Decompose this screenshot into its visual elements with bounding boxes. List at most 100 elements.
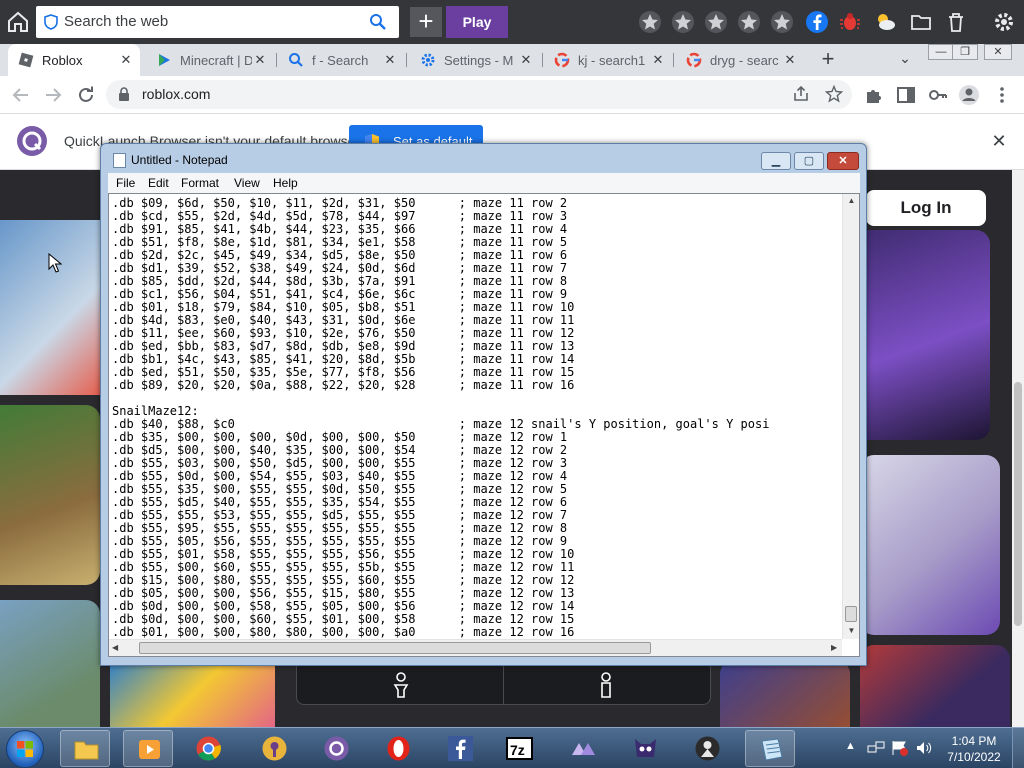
log-in-button[interactable]: Log In	[866, 190, 986, 226]
volume-icon[interactable]	[915, 740, 933, 756]
facebook-icon[interactable]	[805, 10, 829, 34]
notepad-line[interactable]: .db $01, $00, $00, $80, $80, $00, $00, $…	[112, 626, 839, 639]
tab-search[interactable]: f - Search ✕	[278, 44, 404, 76]
minimize-button[interactable]: ▁	[761, 152, 791, 170]
close-icon[interactable]: ✕	[782, 52, 798, 68]
menu-format[interactable]: Format	[181, 176, 219, 190]
taskbar-app-2[interactable]	[682, 730, 732, 767]
minimize-button[interactable]: —	[928, 44, 954, 60]
taskbar-chrome[interactable]	[183, 730, 233, 767]
start-button[interactable]	[6, 730, 44, 768]
game-thumbnail[interactable]	[0, 405, 100, 585]
key-icon[interactable]	[927, 84, 949, 106]
taskbar-opera[interactable]	[373, 730, 423, 767]
menu-help[interactable]: Help	[273, 176, 298, 190]
folder-icon[interactable]	[909, 10, 933, 34]
star-icon[interactable]	[770, 10, 794, 34]
scrollbar-thumb[interactable]	[845, 606, 857, 622]
star-icon[interactable]	[671, 10, 695, 34]
menu-file[interactable]: File	[116, 176, 135, 190]
taskbar-media-player[interactable]	[123, 730, 173, 767]
gear-icon[interactable]	[992, 10, 1016, 34]
url-bar[interactable]: roblox.com	[106, 80, 852, 109]
vertical-scrollbar[interactable]: ▲ ▼	[842, 194, 859, 639]
notepad-lines[interactable]: .db $09, $6d, $50, $10, $11, $2d, $31, $…	[112, 197, 839, 642]
chevron-down-icon[interactable]: ⌄	[895, 50, 915, 70]
weather-icon[interactable]	[873, 10, 897, 34]
taskbar-password-manager[interactable]	[249, 730, 299, 767]
star-icon[interactable]	[737, 10, 761, 34]
taskbar-game[interactable]	[620, 730, 670, 767]
bug-icon[interactable]	[838, 10, 862, 34]
close-window-button[interactable]: ✕	[827, 152, 859, 170]
network-icon[interactable]	[867, 740, 885, 756]
game-thumbnail[interactable]	[720, 660, 850, 727]
game-thumbnail[interactable]	[860, 645, 1010, 727]
close-window-button[interactable]: ✕	[984, 44, 1012, 60]
play-button[interactable]: Play	[446, 6, 508, 38]
taskbar-facebook[interactable]	[435, 730, 485, 767]
forward-icon[interactable]	[42, 84, 64, 106]
trash-icon[interactable]	[944, 10, 968, 34]
star-icon[interactable]	[704, 10, 728, 34]
search-icon[interactable]	[369, 13, 387, 31]
taskbar-7zip[interactable]: 7z	[494, 730, 544, 767]
lock-icon[interactable]	[118, 87, 130, 101]
taskbar-notepad[interactable]	[745, 730, 795, 767]
scroll-left-arrow[interactable]: ◀	[112, 643, 118, 652]
new-tab-button[interactable]: +	[816, 48, 840, 72]
game-thumbnail[interactable]	[0, 600, 100, 727]
maximize-button[interactable]: ❐	[952, 44, 978, 60]
close-icon[interactable]: ✕	[252, 52, 268, 68]
tab-settings[interactable]: Settings - M ✕	[410, 44, 540, 76]
tab-kj-search[interactable]: kj - search1 ✕	[544, 44, 672, 76]
avatar-option-female[interactable]	[505, 666, 712, 704]
taskbar-file-explorer[interactable]	[60, 730, 110, 767]
add-button[interactable]: +	[410, 7, 442, 37]
menu-edit[interactable]: Edit	[148, 176, 169, 190]
taskbar-app[interactable]	[558, 730, 608, 767]
clock[interactable]: 1:04 PM 7/10/2022	[943, 733, 1005, 765]
google-icon	[554, 52, 570, 68]
avatar-option-male[interactable]	[297, 666, 504, 704]
scroll-right-arrow[interactable]: ▶	[831, 643, 837, 652]
game-thumbnail[interactable]	[0, 220, 115, 395]
notepad-line[interactable]: .db $89, $20, $20, $0a, $88, $22, $20, $…	[112, 379, 839, 392]
reload-icon[interactable]	[75, 84, 97, 106]
back-icon[interactable]	[10, 84, 32, 106]
tab-minecraft[interactable]: Minecraft | D ✕	[146, 44, 274, 76]
taskbar-quicklaunch[interactable]	[311, 730, 361, 767]
share-icon[interactable]	[792, 85, 810, 103]
notepad-title-bar[interactable]: Untitled - Notepad ▁ ▢ ✕	[101, 144, 866, 174]
sidebar-icon[interactable]	[895, 84, 917, 106]
scroll-up-arrow[interactable]: ▲	[843, 196, 860, 206]
close-icon[interactable]: ✕	[382, 52, 398, 68]
menu-view[interactable]: View	[234, 176, 260, 190]
show-desktop-button[interactable]	[1012, 728, 1024, 768]
show-hidden-icons-chevron[interactable]: ▲	[845, 740, 856, 752]
bookmark-star-icon[interactable]	[825, 85, 843, 103]
close-icon[interactable]: ✕	[990, 132, 1008, 150]
star-icon[interactable]	[638, 10, 662, 34]
close-icon[interactable]: ✕	[118, 52, 134, 68]
kebab-menu-icon[interactable]	[991, 84, 1013, 106]
tab-dryg-search[interactable]: dryg - searc ✕	[676, 44, 804, 76]
web-search-box[interactable]: Search the web	[36, 6, 399, 38]
tab-roblox[interactable]: Roblox ✕	[8, 44, 140, 76]
close-icon[interactable]: ✕	[518, 52, 534, 68]
notepad-line[interactable]	[112, 392, 839, 405]
close-icon[interactable]: ✕	[650, 52, 666, 68]
tab-label: Minecraft | D	[180, 52, 252, 68]
extensions-puzzle-icon[interactable]	[863, 84, 885, 106]
horizontal-scrollbar[interactable]: ◀ ▶	[109, 639, 842, 656]
game-thumbnail[interactable]	[860, 455, 1000, 635]
scroll-down-arrow[interactable]: ▼	[843, 626, 860, 636]
profile-icon[interactable]	[958, 84, 980, 106]
flag-icon[interactable]	[891, 740, 909, 756]
scrollbar-thumb[interactable]	[139, 642, 651, 654]
page-scrollbar[interactable]	[1012, 170, 1024, 727]
maximize-button[interactable]: ▢	[794, 152, 824, 170]
notepad-text-area[interactable]: .db $09, $6d, $50, $10, $11, $2d, $31, $…	[108, 193, 860, 657]
scrollbar-thumb[interactable]	[1014, 382, 1022, 626]
home-icon[interactable]	[6, 10, 30, 34]
